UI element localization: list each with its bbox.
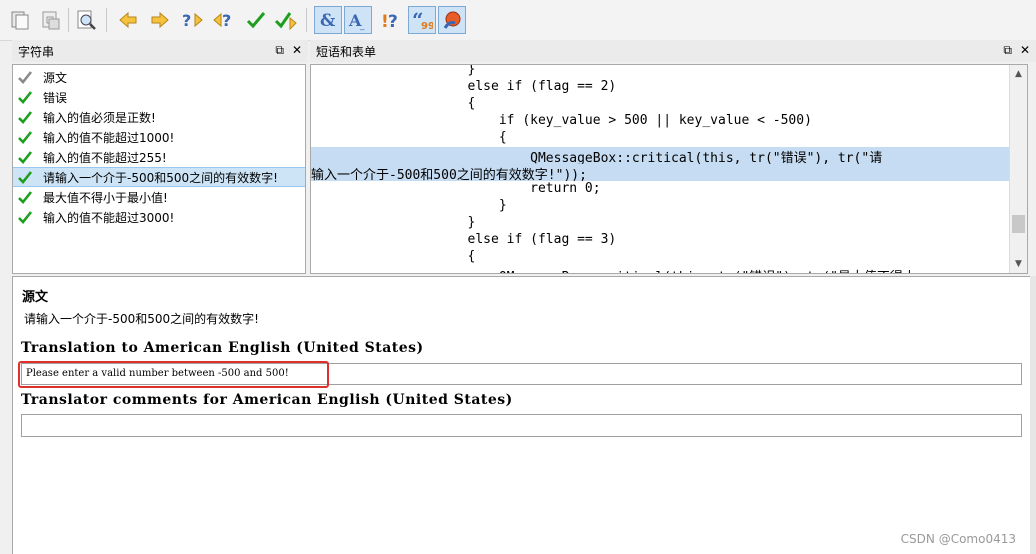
code-line: QMessageBox::critical(this, tr("错误"), tr… (311, 266, 1009, 273)
highlight-box (18, 361, 329, 388)
strings-panel-title-text: 字符串 (18, 44, 55, 59)
code-line: return 0; (311, 181, 601, 196)
string-item-label: 输入的值必须是正数! (43, 110, 156, 125)
check-icon (18, 191, 33, 204)
code-line: } (311, 65, 476, 77)
main-toolbar: ? ? & A _ !? “99 (0, 0, 1036, 41)
string-list-item[interactable]: 源文 (13, 67, 305, 87)
next-unfinished-icon[interactable]: ? (210, 6, 238, 34)
strings-list: 源文错误输入的值必须是正数! 输入的值不能超过1000! 输入的值不能超过255! 请… (12, 64, 306, 274)
string-item-label: 输入的值不能超过1000! (43, 130, 175, 145)
close-panel-button[interactable]: ✕ (1020, 43, 1030, 58)
svg-text:?: ? (222, 11, 231, 30)
code-line: QMessageBox::critical(this, tr("错误"), tr… (311, 147, 1009, 166)
string-list-item[interactable]: 输入的值必须是正数! (13, 107, 305, 127)
string-item-label: 请输入一个介于-500和500之间的有效数字! (43, 170, 278, 185)
source-text: 请输入一个介于-500和500之间的有效数字! (24, 312, 259, 326)
phrases-panel: 短语和表单 ⧉ ✕ } else if (flag == 2) { if (ke… (310, 40, 1036, 276)
string-list-item[interactable]: 最大值不得小于最小值! (13, 187, 305, 207)
open-file-icon[interactable] (6, 6, 34, 34)
phrases-panel-title-text: 短语和表单 (316, 44, 377, 59)
code-line: else if (flag == 2) (311, 79, 617, 94)
find-icon[interactable] (72, 6, 100, 34)
code-line: if (key_value > 500 || key_value < -500) (311, 113, 812, 128)
code-line: 输入一个介于-500和500之间的有效数字!")); (311, 164, 1009, 183)
prev-unfinished-icon[interactable]: ? (178, 6, 206, 34)
check-icon (18, 211, 33, 224)
float-panel-button[interactable]: ⧉ (275, 43, 284, 58)
check-icon (18, 131, 33, 144)
string-list-item[interactable]: 输入的值不能超过255! (13, 147, 305, 167)
scroll-down-icon[interactable]: ▼ (1010, 256, 1027, 272)
translation-icon[interactable] (438, 6, 466, 34)
code-line: { (311, 130, 507, 145)
string-list-item[interactable]: 输入的值不能超过1000! (13, 127, 305, 147)
punctuation-icon[interactable]: !? (376, 6, 404, 34)
strings-panel-title: 字符串 ⧉ ✕ (12, 40, 308, 62)
svg-text:99: 99 (421, 21, 433, 31)
string-item-label: 输入的值不能超过3000! (43, 210, 175, 225)
save-icon[interactable] (36, 6, 64, 34)
string-list-item[interactable]: 输入的值不能超过3000! (13, 207, 305, 227)
accelerator-icon[interactable]: & (314, 6, 342, 34)
code-scrollbar[interactable]: ▲ ▼ (1009, 65, 1027, 273)
string-item-label: 输入的值不能超过255! (43, 150, 167, 165)
watermark: CSDN @Como0413 (900, 532, 1016, 546)
translation-label: Translation to American English (United … (21, 340, 424, 356)
source-code-view: } else if (flag == 2) { if (key_value > … (310, 64, 1028, 274)
code-line: { (311, 96, 476, 111)
string-item-label: 最大值不得小于最小值! (43, 190, 168, 205)
code-line: { (311, 249, 476, 264)
done-next-icon[interactable] (272, 6, 300, 34)
translation-editor: 源文 请输入一个介于-500和500之间的有效数字! Translation t… (12, 276, 1030, 554)
check-icon (18, 171, 33, 184)
comments-field[interactable] (21, 414, 1022, 437)
prev-icon[interactable] (114, 6, 142, 34)
scroll-up-icon[interactable]: ▲ (1010, 66, 1027, 82)
string-list-item[interactable]: 错误 (13, 87, 305, 107)
scroll-thumb[interactable] (1012, 215, 1025, 233)
svg-text:?: ? (388, 12, 398, 31)
editor-scrollbar[interactable] (1030, 276, 1036, 554)
svg-text:&: & (320, 11, 336, 31)
comments-label: Translator comments for American English… (21, 392, 513, 408)
next-icon[interactable] (146, 6, 174, 34)
phrase-match-icon[interactable]: “99 (408, 6, 436, 34)
code-line: } (311, 198, 507, 213)
done-icon[interactable] (242, 6, 270, 34)
string-item-label: 错误 (43, 90, 68, 105)
svg-text:?: ? (182, 11, 191, 30)
string-list-item[interactable]: 请输入一个介于-500和500之间的有效数字! (13, 167, 305, 187)
phrases-panel-title: 短语和表单 ⧉ ✕ (310, 40, 1036, 62)
strings-panel: 字符串 ⧉ ✕ 源文错误输入的值必须是正数! 输入的值不能超过1000! 输入的值不… (12, 40, 308, 276)
check-icon (18, 111, 33, 124)
float-panel-button[interactable]: ⧉ (1003, 43, 1012, 58)
string-item-label: 源文 (43, 70, 68, 85)
code-line: } (311, 215, 476, 230)
close-panel-button[interactable]: ✕ (292, 43, 302, 58)
phrase-icon[interactable]: A _ (344, 6, 372, 34)
code-line: else if (flag == 3) (311, 232, 617, 247)
code-text: } else if (flag == 2) { if (key_value > … (311, 65, 1009, 273)
source-label: 源文 (22, 290, 49, 305)
check-icon (18, 71, 33, 84)
check-icon (18, 91, 33, 104)
svg-text:_: _ (359, 21, 365, 31)
check-icon (18, 151, 33, 164)
